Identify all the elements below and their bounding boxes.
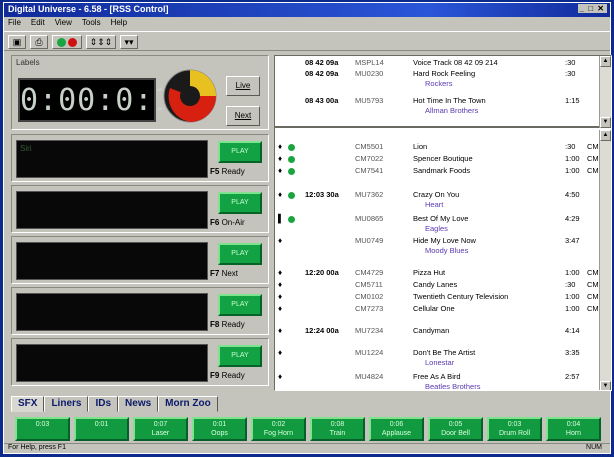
- mixer-icon[interactable]: ⇕⇕⇕: [86, 35, 116, 49]
- sfx-pad[interactable]: 0:08 Train: [310, 417, 365, 441]
- deck-screen: [16, 242, 208, 280]
- table-row[interactable]: ♦ CM7273 Cellular One 1:00 CM: [275, 304, 599, 315]
- clock-panel: Labels 0:00:0:18 Live Next: [11, 55, 269, 130]
- status-help-text: For Help, press F1: [8, 444, 66, 451]
- deck-3: PLAY F7 Next: [11, 236, 269, 284]
- toolbar: ▣ ⎙ ⇕⇕⇕ ▾▾: [4, 31, 610, 51]
- row-artist: Rockers: [425, 79, 453, 88]
- row-artist: Eagles: [425, 224, 448, 233]
- scroll-up-icon[interactable]: ▲: [600, 56, 611, 67]
- deck-play-button[interactable]: PLAY: [218, 345, 262, 367]
- app-window: Digital Universe - 6.58 - [RSS Control] …: [3, 2, 612, 454]
- sfx-pad[interactable]: 0:06 Applause: [369, 417, 424, 441]
- log-scrollbar[interactable]: ▲ ▼: [599, 130, 611, 390]
- status-num: NUM: [586, 444, 602, 451]
- deck-1: Siri PLAY F5 Ready: [11, 134, 269, 182]
- record-button[interactable]: [52, 35, 82, 49]
- menu-view[interactable]: View: [55, 18, 72, 30]
- red-dot-icon: [68, 38, 77, 48]
- deck-2: PLAY F6 On-Air: [11, 185, 269, 233]
- deck-screen: [16, 191, 208, 229]
- table-row[interactable]: ♦ 12:24 00a MU7234 Candyman 4:14: [275, 326, 599, 337]
- deck-play-button[interactable]: PLAY: [218, 294, 262, 316]
- timer-dial-icon: [162, 68, 218, 124]
- menu-tools[interactable]: Tools: [82, 18, 101, 30]
- status-dot: [288, 216, 295, 223]
- menu-edit[interactable]: Edit: [31, 18, 45, 30]
- row-artist: Heart: [425, 200, 444, 209]
- status-dot: [288, 144, 295, 151]
- table-row[interactable]: ♦ CM7541 Sandmark Foods 1:00 CM: [275, 166, 599, 177]
- window-title: Digital Universe - 6.58 - [RSS Control]: [8, 4, 169, 14]
- deck-play-button[interactable]: PLAY: [218, 141, 262, 163]
- deck-5: PLAY F9 Ready: [11, 338, 269, 386]
- live-button[interactable]: Live: [226, 76, 260, 96]
- sfx-pad-row: 0:03 0:01 0:07 Laser 0:01 Oops 0:02 Fog Hor…: [11, 413, 611, 443]
- menu-bar: File Edit View Tools Help: [4, 18, 610, 30]
- menu-help[interactable]: Help: [111, 18, 127, 30]
- title-bar: Digital Universe - 6.58 - [RSS Control] …: [4, 3, 610, 17]
- scroll-up-icon[interactable]: ▲: [600, 130, 611, 141]
- deck-screen: [16, 293, 208, 331]
- deck-status: F6 On-Air: [210, 218, 245, 227]
- sfx-pad[interactable]: 0:02 Fog Horn: [251, 417, 306, 441]
- row-artist: Beatles Brothers: [425, 382, 481, 391]
- sfx-pad[interactable]: 0:03 Drum Roll: [487, 417, 542, 441]
- table-row[interactable]: ♦ 12:20 00a CM4729 Pizza Hut 1:00 CM: [275, 268, 599, 279]
- deck-status: F7 Next: [210, 269, 239, 278]
- sfx-pad[interactable]: 0:05 Door Bell: [428, 417, 483, 441]
- print-icon[interactable]: ⎙: [30, 35, 48, 49]
- tab-morn-zoo[interactable]: Morn Zoo: [158, 396, 218, 412]
- deck-status: F8 Ready: [210, 320, 245, 329]
- table-row[interactable]: ♦ CM7022 Spencer Boutique 1:00 CM: [275, 154, 599, 165]
- green-dot-icon: [57, 38, 66, 48]
- deck-4: PLAY F8 Ready: [11, 287, 269, 335]
- clock-label: Labels: [16, 58, 40, 67]
- row-artist: Allman Brothers: [425, 106, 479, 115]
- deck-status: F9 Ready: [210, 371, 245, 380]
- scroll-down-icon[interactable]: ▼: [600, 117, 611, 128]
- sfx-pad[interactable]: 0:07 Laser: [133, 417, 188, 441]
- top-scrollbar[interactable]: ▲ ▼: [599, 56, 611, 128]
- tab-sfx[interactable]: SFX: [11, 396, 45, 412]
- deck-status: F5 Ready: [210, 167, 245, 176]
- tab-ids[interactable]: IDs: [88, 396, 119, 412]
- deck-play-button[interactable]: PLAY: [218, 192, 262, 214]
- countdown-display: 0:00:0:18: [18, 78, 191, 122]
- cart-tabs: SFX Liners IDs News Morn Zoo: [11, 396, 218, 412]
- sfx-pad[interactable]: 0:01 Oops: [192, 417, 247, 441]
- sfx-pad[interactable]: 0:04 Horn: [546, 417, 601, 441]
- deck-play-button[interactable]: PLAY: [218, 243, 262, 265]
- status-bar: For Help, press F1 NUM: [4, 443, 610, 453]
- tab-news[interactable]: News: [118, 396, 159, 412]
- status-dot: [288, 156, 295, 163]
- table-row[interactable]: ♦ CM5711 Candy Lanes:30 CM: [275, 280, 599, 291]
- sfx-pad[interactable]: 0:03: [15, 417, 70, 441]
- playlist-log: 08 42 09a MSPL14 Voice Track 08 42 09 21…: [274, 55, 612, 391]
- table-row[interactable]: 08 42 09a MSPL14 Voice Track 08 42 09 21…: [275, 58, 587, 69]
- row-artist: Moody Blues: [425, 246, 469, 255]
- status-dot: [288, 168, 295, 175]
- save-icon[interactable]: ▣: [8, 35, 26, 49]
- tab-liners[interactable]: Liners: [44, 396, 89, 412]
- status-dot: [288, 192, 295, 199]
- table-row[interactable]: ♦ CM5501 Lion:30 CM: [275, 142, 599, 153]
- table-row[interactable]: ♦ CM0102 Twentieth Century Television 1:00…: [275, 292, 599, 303]
- log-history: 08 42 09a MSPL14 Voice Track 08 42 09 21…: [275, 56, 611, 128]
- scroll-down-icon[interactable]: ▼: [600, 381, 611, 390]
- menu-file[interactable]: File: [8, 18, 21, 30]
- deck-screen: [16, 344, 208, 382]
- window-controls[interactable]: _ □ ✕: [577, 4, 607, 13]
- row-artist: Lonestar: [425, 358, 455, 367]
- next-button[interactable]: Next: [226, 106, 260, 126]
- level-icon[interactable]: ▾▾: [120, 35, 138, 49]
- sfx-pad[interactable]: 0:01: [74, 417, 129, 441]
- deck-screen: Siri: [16, 140, 208, 178]
